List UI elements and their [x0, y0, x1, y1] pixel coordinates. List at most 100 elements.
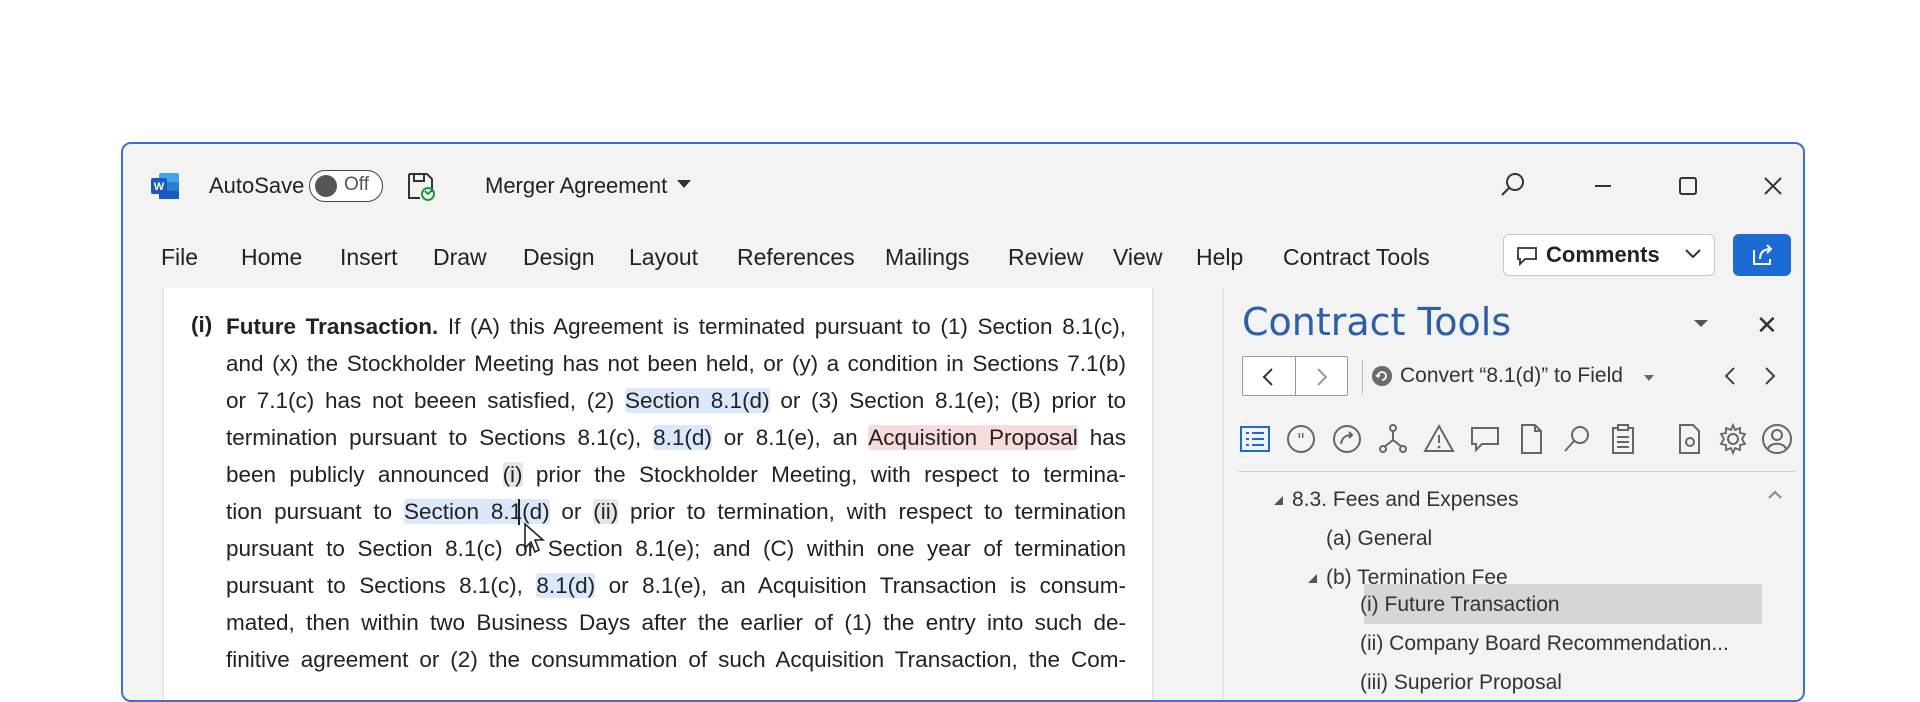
svg-text:W: W: [154, 181, 165, 193]
word-window: W AutoSave Off Merger Agreement File Hom…: [121, 142, 1805, 702]
close-icon[interactable]: [1753, 166, 1793, 206]
autosave-toggle[interactable]: Off: [309, 170, 383, 202]
comments-button[interactable]: Comments: [1503, 234, 1715, 276]
tree-item-future-transaction[interactable]: (i) Future Transaction: [1360, 593, 1560, 617]
convert-to-field-button[interactable]: Convert “8.1(d)” to Field: [1400, 364, 1623, 388]
comments-label: Comments: [1546, 242, 1660, 267]
text-line: tion pursuant to Section 8.1(d) or (ii) …: [226, 497, 1126, 527]
text-span: If (A) this Agreement is terminated purs…: [447, 314, 1126, 339]
chevron-down-icon: [1685, 249, 1701, 259]
chevron-up-icon[interactable]: [1766, 488, 1784, 502]
text-span: prior the Stockholder Meeting, with resp…: [535, 462, 1126, 487]
chevron-down-icon[interactable]: [677, 180, 691, 188]
save-sync-icon[interactable]: [405, 170, 437, 202]
hierarchy-icon[interactable]: [1376, 422, 1410, 456]
pane-title: Contract Tools: [1242, 300, 1512, 344]
tab-view[interactable]: View: [1113, 244, 1162, 271]
tab-draw[interactable]: Draw: [433, 244, 487, 271]
text-line: pursuant to Section 8.1(c) or Section 8.…: [226, 536, 1126, 561]
document-icon[interactable]: [1514, 422, 1548, 456]
search-icon[interactable]: [1560, 422, 1594, 456]
maximize-icon[interactable]: [1668, 166, 1708, 206]
text-span: or 8.1(e), an: [723, 425, 858, 450]
pane-options-icon[interactable]: [1694, 320, 1708, 327]
comment-icon[interactable]: [1468, 422, 1502, 456]
autosave-state: Off: [344, 174, 369, 195]
tab-mailings[interactable]: Mailings: [885, 244, 969, 271]
tree-item-company-board-recommendation[interactable]: (ii) Company Board Recommendation...: [1360, 632, 1729, 656]
reference-icon[interactable]: [1330, 422, 1364, 456]
subclause-marker[interactable]: (i): [502, 462, 523, 487]
paragraph-heading: Future Transaction.: [226, 314, 439, 339]
share-icon: [1753, 244, 1773, 265]
tab-home[interactable]: Home: [241, 244, 302, 271]
text-cursor: [518, 499, 520, 525]
divider: [1362, 360, 1363, 394]
field-reference[interactable]: Section 8.1(d): [625, 388, 770, 413]
tab-review[interactable]: Review: [1008, 244, 1083, 271]
minimize-icon[interactable]: [1583, 166, 1623, 206]
document-canvas: (i) Future Transaction. If (A) this Agre…: [123, 288, 1153, 700]
text-span: or 7.1(c) has not beeen satisfied, (2): [226, 388, 615, 413]
text-span: or: [561, 499, 582, 524]
document-title-menu[interactable]: Merger Agreement: [485, 173, 667, 199]
text-line: or 7.1(c) has not beeen satisfied, (2) S…: [226, 386, 1126, 416]
pane-toolbar: ": [1238, 422, 1798, 462]
field-reference[interactable]: 8.1(d): [653, 425, 712, 450]
chevron-down-icon[interactable]: [1644, 375, 1654, 381]
tab-file[interactable]: File: [161, 244, 198, 271]
comment-icon: [1517, 247, 1537, 266]
forward-icon[interactable]: [1309, 365, 1333, 389]
word-logo-icon: W: [151, 173, 179, 199]
field-reference[interactable]: 8.1(d): [536, 573, 596, 598]
mouse-pointer-icon: [524, 522, 546, 554]
tab-layout[interactable]: Layout: [629, 244, 698, 271]
tree-item-fees-and-expenses[interactable]: 8.3. Fees and Expenses: [1292, 488, 1518, 512]
tab-contract-tools[interactable]: Contract Tools: [1283, 244, 1430, 271]
tab-design[interactable]: Design: [523, 244, 595, 271]
field-reference[interactable]: Section 8.1(d): [404, 499, 550, 524]
text-line: Future Transaction. If (A) this Agreemen…: [226, 312, 1126, 342]
search-icon[interactable]: [1492, 166, 1532, 206]
back-icon[interactable]: [1257, 365, 1281, 389]
paragraph-number: (i): [191, 312, 213, 337]
warning-icon[interactable]: [1422, 422, 1456, 456]
divider: [1295, 357, 1296, 395]
text-span: pursuant to Sections 8.1(c),: [226, 573, 523, 598]
account-icon[interactable]: [1760, 422, 1794, 456]
text-span: tion pursuant to: [226, 499, 393, 524]
autosave-label: AutoSave: [209, 173, 305, 198]
tab-insert[interactable]: Insert: [340, 244, 398, 271]
tree-expander-icon[interactable]: [1274, 496, 1283, 505]
text-line: termination pursuant to Sections 8.1(c),…: [226, 423, 1126, 453]
clipboard-icon[interactable]: [1606, 422, 1640, 456]
previous-icon[interactable]: [1720, 364, 1742, 388]
subclause-marker[interactable]: (ii): [593, 499, 619, 524]
tab-help[interactable]: Help: [1196, 244, 1243, 271]
text-line: pursuant to Sections 8.1(c), 8.1(d) or 8…: [226, 571, 1126, 601]
convert-icon: [1372, 366, 1392, 386]
defined-term[interactable]: Acquisition Proposal: [868, 425, 1078, 450]
gear-icon[interactable]: [1716, 422, 1750, 456]
tree-expander-icon[interactable]: [1308, 574, 1317, 583]
outline-icon[interactable]: [1238, 422, 1272, 456]
document-page[interactable]: (i) Future Transaction. If (A) this Agre…: [163, 288, 1153, 700]
tree-item-general[interactable]: (a) General: [1326, 527, 1432, 551]
share-button[interactable]: [1733, 234, 1791, 276]
text-span: been publicly announced: [226, 462, 490, 487]
next-icon[interactable]: [1758, 364, 1780, 388]
text-span: has: [1089, 425, 1126, 450]
title-bar: W AutoSave Off Merger Agreement: [123, 144, 1803, 228]
text-span: or 8.1(e), an Acquisition Transaction is…: [608, 573, 1126, 598]
text-span: termination pursuant to Sections 8.1(c),: [226, 425, 642, 450]
text-line: finitive agreement or (2) the consummati…: [226, 647, 1126, 672]
text-span: prior to termination, with respect to te…: [630, 499, 1126, 524]
svg-text:": ": [1297, 430, 1305, 451]
close-icon[interactable]: ✕: [1756, 310, 1778, 341]
tab-references[interactable]: References: [737, 244, 855, 271]
quote-icon[interactable]: ": [1284, 422, 1318, 456]
history-nav: [1242, 356, 1348, 396]
text-line: been publicly announced (i) prior the St…: [226, 460, 1126, 490]
tree-item-superior-proposal[interactable]: (iii) Superior Proposal: [1360, 671, 1562, 695]
document-settings-icon[interactable]: [1672, 422, 1706, 456]
